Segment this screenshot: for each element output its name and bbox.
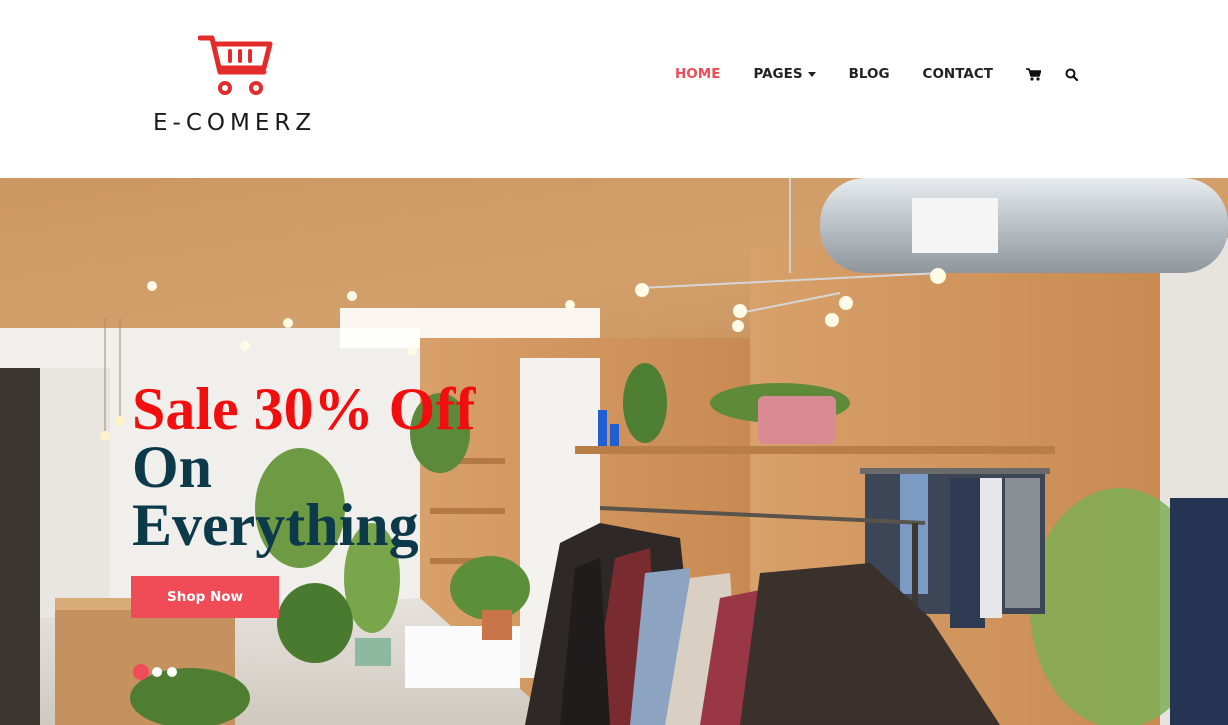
search-icon[interactable] [1065,68,1078,81]
cart-icon[interactable] [1025,67,1041,81]
main-nav: HOME PAGES BLOG CONTACT [675,66,1102,82]
slider-pagination [133,664,182,680]
nav-home[interactable]: HOME [675,66,720,82]
caret-down-icon [807,72,816,77]
shopping-cart-icon [198,35,273,95]
hero-headline-line2: On [132,434,213,500]
hero-headline-line1: Sale 30% Off [132,376,476,442]
slider-dot-1[interactable] [133,664,149,680]
hero-slider: Sale 30% Off On Everything Shop Now [0,178,1228,725]
hero-headline: Sale 30% Off On Everything [132,376,476,558]
nav-pages-label: PAGES [753,66,803,82]
hero-headline-line3: Everything [132,492,419,558]
nav-pages[interactable]: PAGES [753,66,816,82]
site-header: E-COMERZ HOME PAGES BLOG CONTACT [0,0,1228,178]
nav-blog[interactable]: BLOG [849,66,890,82]
nav-contact[interactable]: CONTACT [923,66,993,82]
slider-dot-3[interactable] [167,667,177,677]
brand-name: E-COMERZ [153,110,317,136]
slider-dot-2[interactable] [152,667,162,677]
shop-now-button[interactable]: Shop Now [131,576,279,618]
brand-logo[interactable]: E-COMERZ [150,32,325,142]
